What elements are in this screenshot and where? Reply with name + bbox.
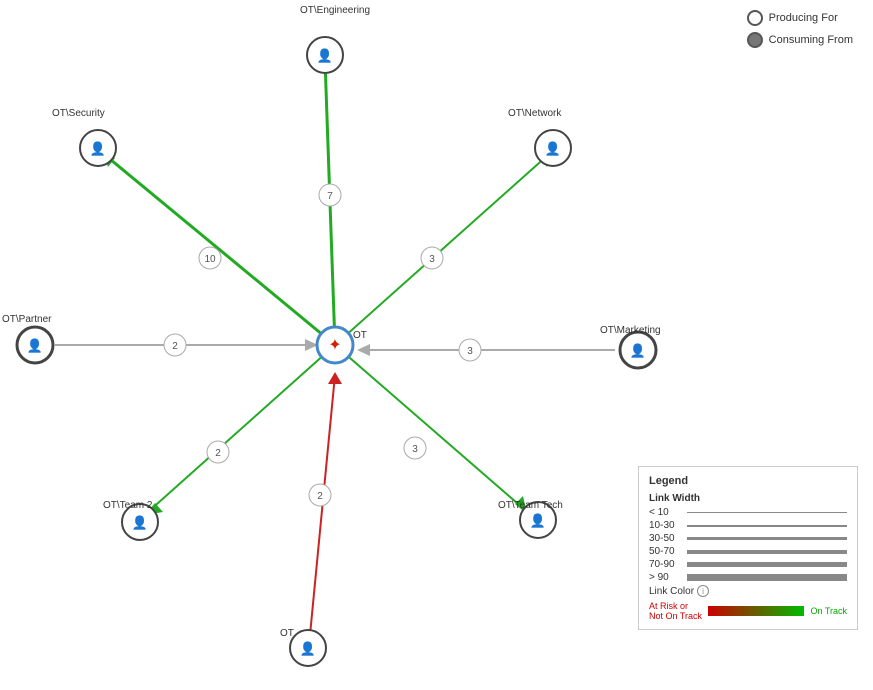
edge-label-network: 3 [429,254,435,265]
link-width-row-1: < 10 [649,507,847,518]
link-width-row-4: 50-70 [649,546,847,557]
label-network: OT\Network [508,108,561,119]
edge-teamtech [335,345,525,510]
link-color-bar: At Risk orNot On Track On Track [649,601,847,621]
edge-label-engineering: 7 [327,191,333,202]
legend-producing-label: Producing For [769,12,838,24]
legend-producing-icon [747,10,763,26]
label-security: OT\Security [52,108,105,119]
link-width-line-6 [687,574,847,581]
legend-top: Producing For Consuming From [747,10,853,54]
legend-link-color-title: Link Color [649,586,694,597]
arrow-marketing [357,344,370,356]
on-track-label: On Track [810,606,847,616]
label-ot-center: OT [353,330,367,341]
teamtech-icon: 👤 [530,513,546,528]
edge-label-partner: 2 [172,341,178,352]
ot-bottom-icon: 👤 [300,641,316,656]
label-ot-bottom: OT [280,628,294,639]
link-width-row-3: 30-50 [649,533,847,544]
label-teamtech: OT\Team Tech [498,500,563,511]
label-engineering: OT\Engineering [300,5,370,16]
security-icon: 👤 [90,141,106,156]
legend-box: Legend Link Width < 10 10-30 30-50 50-70… [638,466,858,630]
edge-label-otbottom: 2 [317,491,323,502]
label-team2: OT\Team 2 [103,500,152,511]
legend-link-color-title-row: Link Color i [649,585,847,597]
link-color-info-icon[interactable]: i [697,585,709,597]
edge-network [335,155,548,345]
link-width-row-6: > 90 [649,572,847,583]
link-width-line-5 [687,562,847,567]
network-diagram: ✦ 👤 👤 👤 👤 👤 👤 👤 👤 7 10 [0,0,873,690]
legend-consuming-icon [747,32,763,48]
link-width-line-4 [687,550,847,554]
label-marketing: OT\Marketing [600,325,661,336]
link-color-gradient [708,606,804,616]
edge-team2 [148,345,335,512]
legend-box-title: Legend [649,475,847,487]
edge-label-marketing: 3 [467,346,473,357]
link-width-row-5: 70-90 [649,559,847,570]
link-width-label-1: < 10 [649,507,687,518]
edge-label-team2-upper: 2 [215,448,221,459]
legend-producing-item: Producing For [747,10,853,26]
link-width-label-2: 10-30 [649,520,687,531]
network-icon: 👤 [545,141,561,156]
link-width-label-3: 30-50 [649,533,687,544]
engineering-icon: 👤 [317,48,333,63]
partner-icon: 👤 [27,338,43,353]
center-star-icon: ✦ [328,337,341,354]
link-width-line-1 [687,512,847,513]
link-width-label-5: 70-90 [649,559,687,570]
edge-security [105,155,335,345]
team2-icon: 👤 [132,515,148,530]
legend-consuming-label: Consuming From [769,34,853,46]
label-partner: OT\Partner [2,314,51,325]
marketing-icon: 👤 [630,343,646,358]
legend-consuming-item: Consuming From [747,32,853,48]
arrow-ot-bottom [328,372,342,384]
link-width-row-2: 10-30 [649,520,847,531]
link-width-line-3 [687,537,847,540]
edge-label-teamtech-upper: 3 [412,444,418,455]
at-risk-label: At Risk orNot On Track [649,601,702,621]
link-width-line-2 [687,525,847,527]
edge-label-security: 10 [204,254,216,265]
legend-link-width-title: Link Width [649,493,847,504]
link-width-label-6: > 90 [649,572,687,583]
link-width-label-4: 50-70 [649,546,687,557]
